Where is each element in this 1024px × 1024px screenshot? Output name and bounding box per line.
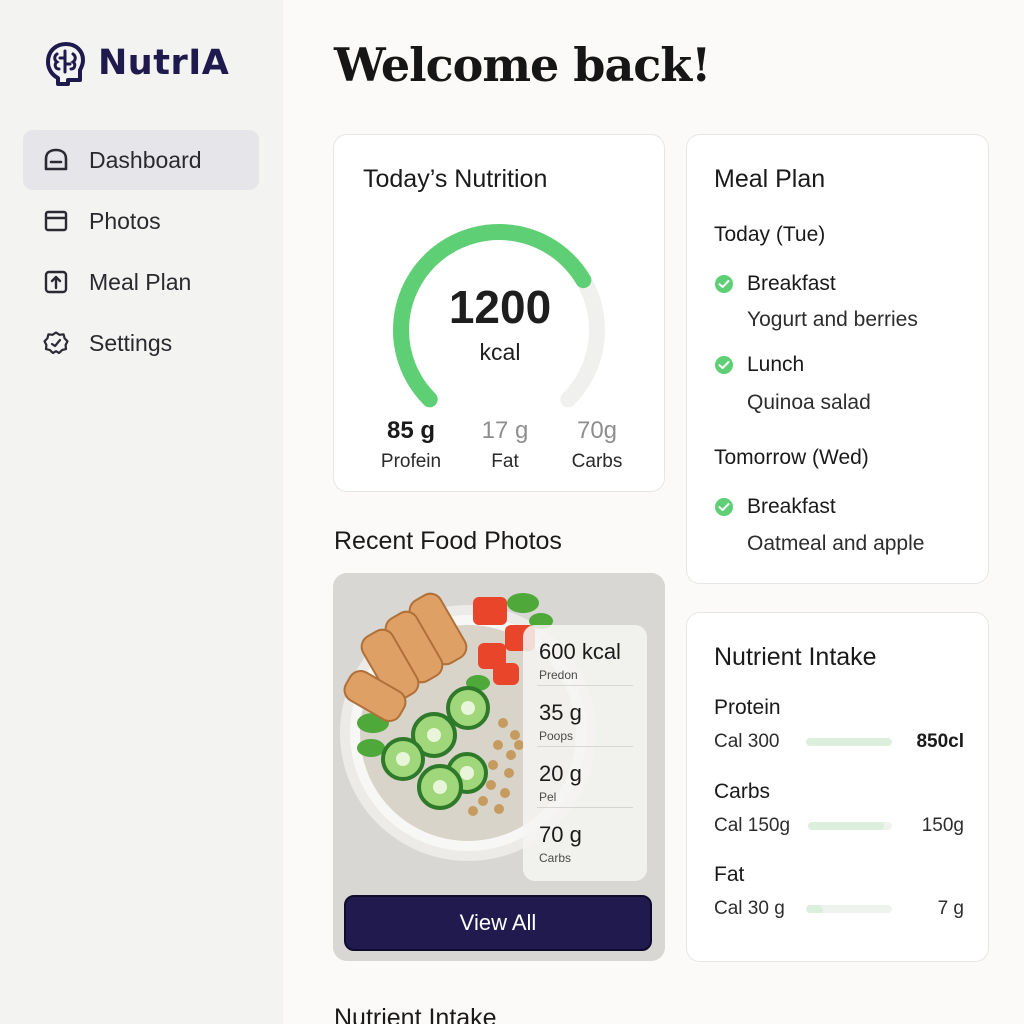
- nutrient-progress-fill: [806, 905, 824, 913]
- overlay-value: 35 g: [539, 700, 582, 725]
- nutrient-left-value: Cal 150g: [714, 815, 791, 836]
- sidebar-item-label: Photos: [89, 207, 161, 234]
- nutrient-left-value: Cal 30 g: [714, 898, 785, 919]
- nutrient-right-value: 850cl: [916, 731, 964, 752]
- overlay-row: 35 g Poops: [537, 686, 633, 747]
- check-circle-icon: [715, 356, 733, 374]
- overlay-value: 20 g: [539, 761, 582, 786]
- macro-carbs: 70g Carbs: [552, 417, 642, 473]
- sidebar-item-meal-plan[interactable]: Meal Plan: [23, 252, 259, 312]
- nutrient-progress-fill: [806, 738, 892, 746]
- meal-name[interactable]: Breakfast: [747, 495, 836, 519]
- overlay-label: Predon: [539, 668, 578, 682]
- settings-icon: [43, 331, 69, 355]
- nutrient-name: Fat: [714, 863, 745, 886]
- sidebar-item-label: Dashboard: [89, 146, 202, 173]
- meal-plan-day: Tomorrow (Wed): [714, 446, 869, 469]
- nutrient-progress-bar: [806, 738, 892, 746]
- macro-label: Fat: [491, 451, 519, 472]
- nutrient-left-value: Cal 300: [714, 731, 780, 752]
- overlay-row: 70 g Carbs: [537, 808, 633, 869]
- app-name: NutrIA: [98, 43, 230, 83]
- nutrient-progress-bar: [806, 905, 892, 913]
- nutrient-intake-title: Nutrient Intake: [714, 643, 877, 671]
- meal-plan-day: Today (Tue): [714, 223, 826, 246]
- nutrient-intake-card: Nutrient Intake Protein Cal 300 850cl Ca…: [686, 612, 989, 962]
- sidebar: NutrIA Dashboard Photos Meal Plan Settin…: [0, 0, 283, 1024]
- macro-label: Profein: [380, 451, 442, 472]
- meal-name[interactable]: Lunch: [747, 353, 804, 377]
- food-photo-card[interactable]: 600 kcal Predon 35 g Poops 20 g Pel 70 g…: [333, 573, 665, 961]
- sidebar-item-photos[interactable]: Photos: [23, 191, 259, 251]
- overlay-value: 600 kcal: [539, 639, 621, 664]
- sidebar-item-dashboard[interactable]: Dashboard: [23, 130, 259, 190]
- overlay-label: Pel: [539, 790, 557, 804]
- macro-value: 85 g: [386, 417, 436, 444]
- nutrient-name: Carbs: [714, 780, 771, 803]
- macro-value: 70g: [576, 417, 618, 444]
- nutrient-right-value: 7 g: [937, 898, 964, 919]
- calorie-unit: kcal: [479, 339, 521, 365]
- nutrition-overlay: 600 kcal Predon 35 g Poops 20 g Pel 70 g…: [523, 625, 647, 881]
- meal-plan-title: Meal Plan: [714, 165, 826, 193]
- meal-plan-card: Meal Plan Today (Tue) Breakfast Yogurt a…: [686, 134, 989, 584]
- dashboard-icon: [44, 148, 68, 171]
- macro-label: Carbs: [571, 451, 623, 472]
- nutrition-title: Today’s Nutrition: [363, 165, 548, 193]
- sidebar-nav: Dashboard Photos Meal Plan Settings: [23, 130, 259, 374]
- nutrient-progress-fill: [808, 822, 884, 830]
- nutrient-progress-bar: [808, 822, 892, 830]
- meal-description: Quinoa salad: [747, 391, 871, 414]
- overlay-value: 70 g: [539, 822, 582, 847]
- meal-name[interactable]: Breakfast: [747, 272, 836, 296]
- overlay-label: Poops: [539, 729, 574, 743]
- nutrient-intake-section-title: Nutrient Intake: [334, 1004, 497, 1024]
- meal-plan-icon: [44, 270, 68, 294]
- sidebar-item-label: Settings: [89, 329, 173, 356]
- nutrient-name: Protein: [714, 696, 781, 719]
- check-circle-icon: [715, 498, 733, 516]
- sidebar-item-settings[interactable]: Settings: [23, 313, 259, 373]
- sidebar-item-label: Meal Plan: [89, 268, 192, 295]
- nutrient-right-value: 150g: [921, 815, 964, 836]
- nutrition-card: Today’s Nutrition 1200 kcal 85 g Profein…: [333, 134, 665, 492]
- recent-photos-title: Recent Food Photos: [334, 527, 562, 555]
- brain-head-icon: [46, 42, 85, 86]
- view-all-button[interactable]: View All: [344, 895, 652, 951]
- meal-description: Yogurt and berries: [747, 308, 918, 331]
- macro-value: 17 g: [481, 417, 529, 444]
- macro-protein: 85 g Profein: [366, 417, 456, 473]
- photos-icon: [44, 210, 68, 232]
- overlay-row: 600 kcal Predon: [537, 625, 633, 686]
- brand[interactable]: NutrIA: [40, 38, 229, 88]
- overlay-label: Carbs: [539, 851, 572, 865]
- macro-fat: 17 g Fat: [460, 417, 550, 473]
- calorie-value: 1200: [448, 281, 552, 333]
- overlay-row: 20 g Pel: [537, 747, 633, 808]
- check-circle-icon: [715, 275, 733, 293]
- page-title: Welcome back!: [334, 38, 711, 92]
- meal-description: Oatmeal and apple: [747, 532, 925, 555]
